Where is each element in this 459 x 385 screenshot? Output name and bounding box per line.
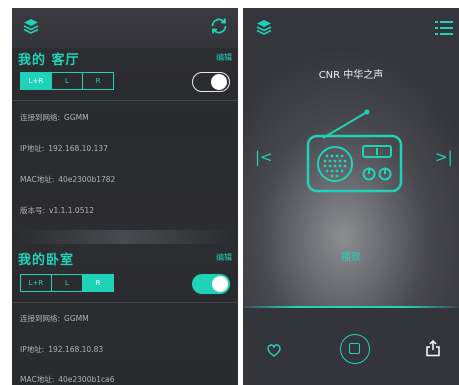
heart-icon[interactable] bbox=[267, 344, 281, 357]
channel-lr-button[interactable]: L+R bbox=[21, 275, 52, 291]
stop-button[interactable] bbox=[340, 334, 370, 364]
ip-label: IP地址: bbox=[20, 345, 45, 354]
radio-icon bbox=[306, 109, 403, 193]
channel-selector-bedroom: L+R L R bbox=[20, 274, 114, 292]
version-value: v1.1.1.0512 bbox=[49, 206, 95, 215]
power-toggle-bedroom[interactable] bbox=[192, 274, 230, 294]
toggle-knob bbox=[211, 73, 227, 90]
room-title-living-room: 我的 客厅 bbox=[18, 53, 80, 68]
player-panel: CNR 中华之声 |< >| 播放 bbox=[243, 8, 459, 385]
section-separator bbox=[12, 230, 238, 244]
divider bbox=[12, 100, 238, 101]
edit-bedroom-link[interactable]: 编辑 bbox=[216, 252, 232, 263]
channel-lr-button[interactable]: L+R bbox=[21, 73, 52, 89]
network-info: 连接到网络: GGMM bbox=[20, 112, 89, 123]
play-button[interactable]: 播放 bbox=[243, 248, 459, 263]
next-button[interactable]: >| bbox=[435, 148, 453, 166]
edit-living-room-link[interactable]: 编辑 bbox=[216, 52, 232, 63]
list-icon[interactable] bbox=[435, 20, 453, 36]
station-name: CNR 中华之声 bbox=[318, 70, 384, 81]
channel-r-button[interactable]: R bbox=[83, 275, 113, 291]
power-toggle-living-room[interactable] bbox=[192, 72, 230, 92]
ip-value: 192.168.10.137 bbox=[48, 144, 108, 153]
refresh-icon[interactable] bbox=[208, 15, 230, 37]
room-title-bedroom: 我的卧室 bbox=[18, 253, 75, 268]
toggle-knob bbox=[212, 276, 228, 292]
mac-info: MAC地址: 40e2300b1ca6 bbox=[20, 374, 115, 385]
layers-icon[interactable] bbox=[255, 18, 273, 36]
room-list-panel: 我的 客厅 编辑 L+R L R 连接到网络: GGMM IP地址: 192.168… bbox=[12, 8, 238, 385]
network-value: GGMM bbox=[64, 314, 89, 323]
mac-label: MAC地址: bbox=[20, 375, 55, 384]
previous-button[interactable]: |< bbox=[255, 148, 273, 166]
mac-value: 40e2300b1782 bbox=[58, 175, 116, 184]
ip-value: 192.168.10.83 bbox=[48, 345, 104, 354]
divider bbox=[12, 302, 238, 303]
network-value: GGMM bbox=[64, 113, 89, 122]
left-top-bar bbox=[12, 8, 238, 48]
progress-line bbox=[243, 306, 459, 308]
share-icon[interactable] bbox=[425, 340, 441, 357]
version-info: 版本号: v1.1.1.0512 bbox=[20, 205, 94, 216]
mac-label: MAC地址: bbox=[20, 175, 55, 184]
network-label: 连接到网络: bbox=[20, 113, 61, 122]
stop-icon bbox=[349, 343, 360, 354]
channel-l-button[interactable]: L bbox=[52, 73, 83, 89]
ip-label: IP地址: bbox=[20, 144, 45, 153]
network-label: 连接到网络: bbox=[20, 314, 61, 323]
mac-info: MAC地址: 40e2300b1782 bbox=[20, 174, 115, 185]
version-label: 版本号: bbox=[20, 206, 46, 215]
ip-info: IP地址: 192.168.10.137 bbox=[20, 143, 108, 154]
channel-selector-living-room: L+R L R bbox=[20, 72, 114, 90]
channel-r-button[interactable]: R bbox=[83, 73, 113, 89]
mac-value: 40e2300b1ca6 bbox=[58, 375, 115, 384]
layers-icon[interactable] bbox=[22, 17, 40, 35]
network-info: 连接到网络: GGMM bbox=[20, 313, 89, 324]
channel-l-button[interactable]: L bbox=[52, 275, 83, 291]
ip-info: IP地址: 192.168.10.83 bbox=[20, 344, 103, 355]
